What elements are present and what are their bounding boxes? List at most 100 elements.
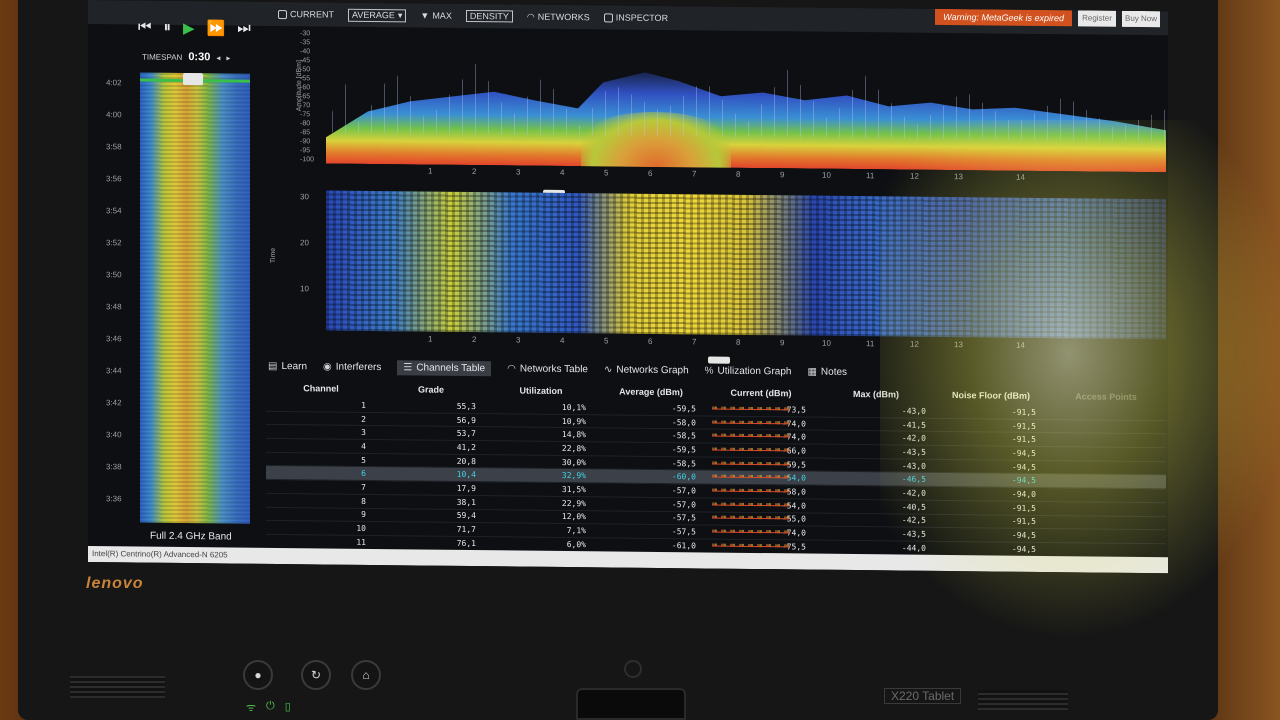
waterfall-drag-handle[interactable] — [183, 72, 203, 86]
cell-utilization: 12,0% — [561, 512, 586, 522]
density-toggle[interactable]: DENSITY — [465, 9, 513, 23]
header-utilization[interactable]: Utilization — [486, 385, 596, 396]
sparkline-line — [712, 422, 790, 424]
cell-access-points — [1046, 522, 1166, 523]
cell-utilization: 10,9% — [561, 416, 586, 426]
inspector-icon — [603, 12, 613, 22]
rotate-button-icon[interactable]: ↻ — [301, 660, 331, 690]
play-icon[interactable]: ▶ — [183, 19, 195, 37]
networks-toggle[interactable]: ◠ NETWORKS — [527, 11, 590, 23]
cell-noise-floor: -91,5 — [1011, 421, 1036, 431]
speaker-grille-left — [70, 676, 165, 698]
header-grade[interactable]: Grade — [376, 384, 486, 395]
buy-now-button[interactable]: Buy Now — [1122, 10, 1160, 28]
header-access-points[interactable]: Access Points — [1046, 391, 1166, 402]
tab-channels-table[interactable]: ☰ Channels Table — [397, 359, 492, 376]
pause-icon[interactable]: ⏸ — [164, 19, 172, 37]
power-button-icon[interactable]: ● — [243, 660, 273, 690]
cell-access-points — [1046, 549, 1166, 550]
current-sparkline — [712, 487, 790, 495]
tab-networks-table[interactable]: ◠ Networks Table — [507, 363, 588, 375]
current-sparkline — [712, 418, 790, 426]
cell-access-points — [1046, 508, 1166, 509]
header-current[interactable]: Current (dBm) — [706, 387, 816, 399]
cell-max: -43,5 — [901, 447, 926, 457]
cell-grade: 55,3 — [456, 401, 476, 411]
cell-average: -61,0 — [671, 540, 696, 551]
cell-channel: 7 — [361, 482, 366, 492]
interferer-icon: ◉ — [323, 360, 332, 373]
cell-noise-floor: -94,5 — [1011, 475, 1036, 486]
timespan-increase-icon[interactable]: ▸ — [226, 53, 230, 62]
max-icon: ▼ — [420, 10, 430, 21]
current-sparkline — [712, 500, 790, 508]
status-leds: ᯤ ⏻ ▯ — [246, 700, 291, 715]
table-icon: ☰ — [403, 361, 413, 373]
cell-current: -54,0 — [706, 500, 816, 510]
average-toggle[interactable]: AVERAGE ▾ — [348, 8, 407, 22]
current-toggle[interactable]: CURRENT — [278, 9, 334, 20]
tab-notes[interactable]: ▦ Notes — [807, 366, 847, 377]
skip-back-icon[interactable]: ⏮ — [138, 19, 152, 37]
sparkline-line — [712, 476, 790, 479]
sparkline-line — [712, 545, 790, 548]
inspector-toggle[interactable]: INSPECTOR — [603, 12, 668, 23]
cell-channel: 2 — [361, 414, 366, 424]
cell-max: -44,0 — [901, 543, 926, 553]
spectrum-graph[interactable] — [326, 28, 1166, 172]
cell-grade: 41,2 — [456, 442, 476, 452]
cell-channel: 6 — [361, 469, 366, 479]
cell-utilization: 30,0% — [561, 457, 586, 467]
wireless-led-icon: ᯤ — [246, 702, 257, 714]
cell-channel: 4 — [361, 441, 366, 451]
register-button[interactable]: Register — [1078, 10, 1116, 27]
sparkline-line — [712, 463, 790, 465]
current-sparkline — [712, 541, 790, 549]
cell-average: -59,5 — [671, 445, 696, 455]
timespan-control[interactable]: TIMESPAN 0:30 ◂ ▸ — [142, 51, 230, 64]
cell-utilization: 6,0% — [566, 539, 586, 549]
tab-networks-graph[interactable]: ∿ Networks Graph — [604, 364, 689, 376]
cell-grade: 17,9 — [456, 483, 476, 494]
max-toggle[interactable]: ▼ MAX — [420, 10, 451, 20]
cell-utilization: 32,9% — [561, 471, 586, 481]
density-waterfall[interactable] — [326, 190, 1166, 340]
hinge-dial — [624, 660, 642, 678]
skip-forward-icon[interactable]: ⏭ — [237, 20, 251, 38]
cell-noise-floor: -91,5 — [1011, 503, 1036, 513]
header-average[interactable]: Average (dBm) — [596, 386, 706, 398]
cell-noise-floor: -91,5 — [1011, 517, 1036, 527]
current-sparkline — [712, 459, 790, 467]
full-band-waterfall[interactable] — [140, 72, 250, 524]
cell-noise-floor: -94,5 — [1011, 448, 1036, 458]
cell-current: -74,0 — [706, 528, 816, 538]
timespan-decrease-icon[interactable]: ◂ — [216, 53, 220, 62]
tab-interferers[interactable]: ◉ Interferers — [323, 361, 381, 373]
cell-utilization: 22,9% — [561, 498, 586, 508]
fast-forward-icon[interactable]: ⏩ — [207, 19, 226, 37]
tab-learn[interactable]: ▤ Learn — [268, 360, 307, 371]
cell-access-points — [1046, 426, 1166, 427]
cell-grade: 59,4 — [456, 511, 476, 521]
table-body: 1 55,3 10,1% -59,5 -73,5 -43,0 -91,5 2 56,9 10,9%… — [266, 397, 1166, 558]
cell-average: -58,5 — [671, 431, 696, 441]
cell-grade: 53,7 — [456, 429, 476, 439]
cell-current: -59,5 — [706, 459, 816, 469]
cell-max: -43,0 — [901, 406, 926, 416]
tablet-hinge — [576, 688, 686, 720]
percent-icon: % — [704, 364, 714, 377]
cell-average: -58,0 — [671, 417, 696, 427]
book-icon: ▤ — [268, 360, 278, 372]
sparkline-line — [712, 517, 790, 520]
tab-utilization-graph[interactable]: % Utilization Graph — [705, 365, 792, 377]
cell-channel: 1 — [361, 400, 366, 410]
header-channel[interactable]: Channel — [266, 383, 376, 394]
cell-current: -55,0 — [706, 514, 816, 524]
header-max[interactable]: Max (dBm) — [816, 389, 936, 400]
expired-warning[interactable]: Warning: MetaGeek is expired — [935, 8, 1072, 27]
cell-average: -57,5 — [671, 527, 696, 537]
cell-noise-floor: -94,0 — [1011, 489, 1036, 499]
lock-button-icon[interactable]: ⌂ — [351, 660, 381, 690]
cell-noise-floor: -94,5 — [1011, 462, 1036, 472]
header-noise-floor[interactable]: Noise Floor (dBm) — [936, 390, 1046, 401]
